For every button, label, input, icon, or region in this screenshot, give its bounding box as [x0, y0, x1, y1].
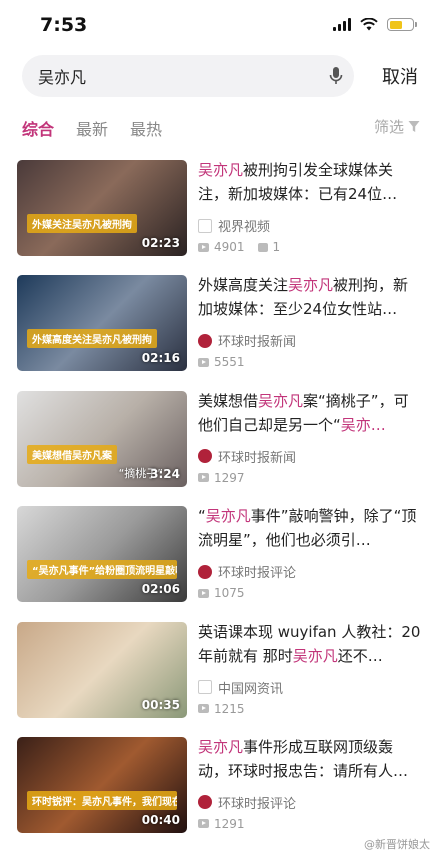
thumbnail-caption: 外媒高度关注吴亦凡被刑拘	[27, 329, 157, 349]
source-row: 中国网资讯	[198, 678, 283, 697]
result-item[interactable]: 美媒想借吴亦凡案 “摘桃子” 3:24 美媒想借吴亦凡案“摘桃子”，可他们自己却是另一…	[0, 389, 440, 506]
play-count-icon	[198, 473, 209, 483]
source-row: 环球时报评论	[198, 793, 296, 812]
watermark: @新晋饼娘太	[364, 838, 430, 851]
video-duration: 00:35	[141, 697, 180, 712]
video-title[interactable]: 英语课本现 wuyifan 人教社：20年前就有 那时吴亦凡还不…	[198, 620, 422, 668]
stats-row: 5551	[198, 355, 245, 369]
source-name: 中国网资讯	[218, 681, 284, 697]
tab-hottest[interactable]: 最热	[130, 116, 162, 140]
cellular-signal-icon	[333, 18, 351, 31]
stats-row: 1215	[198, 702, 245, 716]
video-duration: 02:06	[141, 582, 180, 597]
video-duration: 02:16	[141, 351, 180, 366]
play-count-icon	[198, 588, 209, 598]
result-item[interactable]: 外媒关注吴亦凡被刑拘 02:23 吴亦凡被刑拘引发全球媒体关注，新加坡媒体：已有24…	[0, 160, 440, 275]
thumbnail-caption: 外媒关注吴亦凡被刑拘	[27, 214, 137, 233]
source-logo-icon	[198, 564, 212, 579]
source-logo-icon	[198, 218, 212, 233]
stats-row: 1297	[198, 471, 245, 485]
play-count-icon	[198, 242, 209, 252]
view-count: 5551	[214, 355, 245, 370]
video-title[interactable]: 吴亦凡事件形成互联网顶级轰动，环球时报忠告：请所有人…	[198, 735, 422, 783]
result-item[interactable]: “吴亦凡事件”给粉圈顶流明星敲响警钟 02:06 “吴亦凡事件”敲响警钟，除了“顶流…	[0, 506, 440, 621]
title-highlight: 吴亦凡	[205, 507, 251, 526]
source-row: 环球时报评论	[198, 562, 296, 581]
title-highlight: 吴亦凡	[198, 161, 244, 179]
filter-label: 筛选	[373, 118, 404, 136]
status-bar: 7:53	[0, 0, 440, 52]
video-duration: 00:40	[141, 812, 180, 827]
filter-icon	[408, 121, 420, 132]
comment-count: 1	[272, 240, 281, 254]
title-highlight: 吴亦凡	[292, 646, 338, 665]
title-highlight: 吴亦凡	[288, 276, 334, 295]
play-count-icon	[198, 819, 209, 829]
title-highlight: 吴亦凡	[258, 391, 304, 410]
cancel-button[interactable]: 取消	[382, 63, 418, 89]
mic-icon[interactable]	[318, 55, 354, 97]
search-input[interactable]: 吴亦凡	[22, 55, 354, 97]
search-query-text: 吴亦凡	[38, 68, 87, 87]
source-name: 环球时报评论	[218, 566, 297, 582]
video-thumbnail[interactable]: 美媒想借吴亦凡案 “摘桃子” 3:24	[17, 390, 187, 487]
filter-button[interactable]: 筛选	[374, 116, 420, 137]
video-thumbnail[interactable]: 环时锐评：吴亦凡事件，我们现在需要说的是 00:40	[17, 736, 187, 833]
stats-row: 1291	[198, 817, 245, 831]
source-logo-icon	[198, 680, 212, 695]
status-time: 7:53	[40, 14, 88, 36]
tab-bar: 综合 最新 最热 筛选	[0, 110, 440, 146]
source-row: 视界视频	[198, 216, 270, 235]
source-name: 环球时报评论	[218, 796, 297, 812]
video-title[interactable]: 外媒高度关注吴亦凡被刑拘，新加坡媒体：至少24位女性站…	[198, 273, 422, 321]
video-thumbnail[interactable]: 00:35	[17, 621, 187, 718]
view-count: 1075	[214, 586, 245, 601]
play-count-icon	[198, 704, 209, 714]
source-row: 环球时报新闻	[198, 331, 296, 350]
title-text: “	[198, 507, 206, 526]
source-name: 环球时报新闻	[218, 450, 297, 466]
video-thumbnail[interactable]: “吴亦凡事件”给粉圈顶流明星敲响警钟 02:06	[17, 506, 187, 603]
video-title[interactable]: “吴亦凡事件”敲响警钟，除了“顶流明星”，他们也必须引…	[198, 504, 422, 552]
video-thumbnail[interactable]: 外媒关注吴亦凡被刑拘 02:23	[17, 160, 187, 256]
video-title[interactable]: 吴亦凡被刑拘引发全球媒体关注，新加坡媒体：已有24位…	[198, 158, 422, 206]
stats-row: 4901 1	[198, 240, 280, 254]
title-text: 外媒高度关注	[198, 276, 289, 295]
result-list: 外媒关注吴亦凡被刑拘 02:23 吴亦凡被刑拘引发全球媒体关注，新加坡媒体：已有24…	[0, 160, 440, 852]
title-text: 美媒想借	[198, 391, 259, 410]
comment-icon	[257, 242, 268, 252]
title-text: 还不…	[337, 646, 383, 665]
source-name: 视界视频	[218, 220, 271, 235]
view-count: 1291	[214, 816, 245, 831]
source-name: 环球时报新闻	[218, 335, 297, 351]
tab-comprehensive[interactable]: 综合	[22, 116, 54, 140]
status-icons	[333, 18, 417, 31]
result-item[interactable]: 外媒高度关注吴亦凡被刑拘 02:16 外媒高度关注吴亦凡被刑拘，新加坡媒体：至少24…	[0, 275, 440, 390]
wifi-icon	[360, 18, 378, 31]
thumbnail-caption: 美媒想借吴亦凡案	[27, 444, 117, 464]
video-thumbnail[interactable]: 外媒高度关注吴亦凡被刑拘 02:16	[17, 275, 187, 372]
source-logo-icon	[198, 795, 212, 810]
play-count-icon	[198, 357, 209, 367]
video-title[interactable]: 美媒想借吴亦凡案“摘桃子”，可他们自己却是另一个“吴亦…	[198, 389, 422, 437]
result-item[interactable]: 00:35 英语课本现 wuyifan 人教社：20年前就有 那时吴亦凡还不… 中国…	[0, 620, 440, 737]
search-bar: 吴亦凡 取消	[0, 55, 440, 99]
tab-latest[interactable]: 最新	[76, 116, 108, 140]
view-count: 1215	[214, 701, 245, 716]
title-highlight: 吴亦…	[340, 415, 386, 434]
thumbnail-caption: 环时锐评：吴亦凡事件，我们现在需要说的是	[27, 790, 177, 810]
view-count: 4901	[214, 240, 245, 254]
source-logo-icon	[198, 449, 212, 464]
stats-row: 1075	[198, 586, 245, 600]
source-logo-icon	[198, 333, 212, 348]
title-highlight: 吴亦凡	[198, 737, 244, 756]
video-duration: 3:24	[150, 466, 180, 481]
view-count: 1297	[214, 470, 245, 485]
battery-icon	[387, 18, 417, 31]
video-duration: 02:23	[141, 236, 180, 250]
source-row: 环球时报新闻	[198, 447, 296, 466]
thumbnail-caption: “吴亦凡事件”给粉圈顶流明星敲响警钟	[27, 560, 177, 580]
